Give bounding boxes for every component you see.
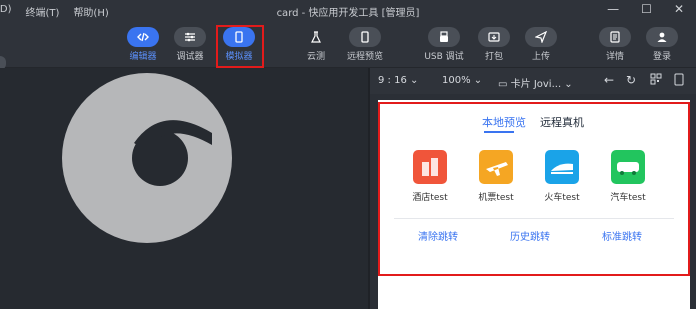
- flask-icon: [300, 27, 332, 47]
- document-icon: [599, 27, 631, 47]
- debugger-label: 调试器: [176, 52, 204, 62]
- window-title: card - 快应用开发工具 [管理员]: [276, 8, 420, 19]
- refresh-icon[interactable]: ↻: [626, 73, 636, 87]
- zoom-value: 100%: [442, 75, 471, 86]
- device-frame-icon[interactable]: [674, 73, 684, 89]
- editor-button[interactable]: 编辑器: [121, 27, 165, 62]
- usb-debug-label: USB 调试: [424, 52, 464, 62]
- simulator-toolbar: 9 : 16 ⌄ 100% ⌄ ▭ 卡片 Jovi... ⌄ ← ↻: [370, 68, 696, 94]
- details-button[interactable]: 详情: [593, 27, 637, 62]
- package-label: 打包: [484, 52, 503, 62]
- package-icon: [478, 27, 510, 47]
- login-button[interactable]: 登录: [640, 27, 684, 62]
- minimize-button[interactable]: —: [607, 2, 619, 16]
- cloud-test-label: 云测: [306, 52, 325, 62]
- quickapp-logo: [62, 73, 232, 247]
- qrcode-icon[interactable]: [650, 73, 662, 88]
- maximize-button[interactable]: ☐: [641, 2, 652, 16]
- device-icon: [349, 27, 381, 47]
- upload-label: 上传: [531, 52, 550, 62]
- remote-preview-button[interactable]: 远程预览: [343, 27, 387, 62]
- card-highlight-box: [378, 102, 690, 276]
- window-controls: — ☐ ✕: [607, 2, 684, 16]
- ratio-select[interactable]: 9 : 16 ⌄: [378, 75, 418, 86]
- back-icon[interactable]: ←: [604, 73, 614, 87]
- login-label: 登录: [652, 52, 671, 62]
- simulator-highlight-box: [216, 25, 264, 68]
- user-icon: [646, 27, 678, 47]
- debugger-button[interactable]: 调试器: [168, 27, 212, 62]
- close-button[interactable]: ✕: [674, 2, 684, 16]
- editor-label: 编辑器: [129, 52, 157, 62]
- upload-button[interactable]: 上传: [519, 27, 563, 62]
- remote-preview-label: 远程预览: [346, 52, 383, 62]
- mode-value: 卡片 Jovi...: [510, 79, 562, 90]
- usb-icon: [428, 27, 460, 47]
- pane-divider[interactable]: [368, 68, 370, 309]
- sliders-icon: [174, 27, 206, 47]
- title-bar: (D) 终端(T) 帮助(H) card - 快应用开发工具 [管理员] — ☐…: [0, 0, 696, 22]
- card-icon: ▭: [498, 79, 508, 90]
- details-label: 详情: [605, 52, 624, 62]
- package-button[interactable]: 打包: [472, 27, 516, 62]
- cloud-test-button[interactable]: 云测: [294, 27, 338, 62]
- toolbar: 编辑器 调试器 模拟器 云测 远程预览 USB 调试 打包 上传 详情 登录: [0, 22, 696, 70]
- ratio-value: 9 : 16: [378, 75, 407, 86]
- zoom-select[interactable]: 100% ⌄: [442, 75, 482, 86]
- usb-debug-button[interactable]: USB 调试: [420, 27, 468, 62]
- code-icon: [127, 27, 159, 47]
- mode-select[interactable]: ▭ 卡片 Jovi... ⌄: [498, 75, 573, 90]
- send-icon: [525, 27, 557, 47]
